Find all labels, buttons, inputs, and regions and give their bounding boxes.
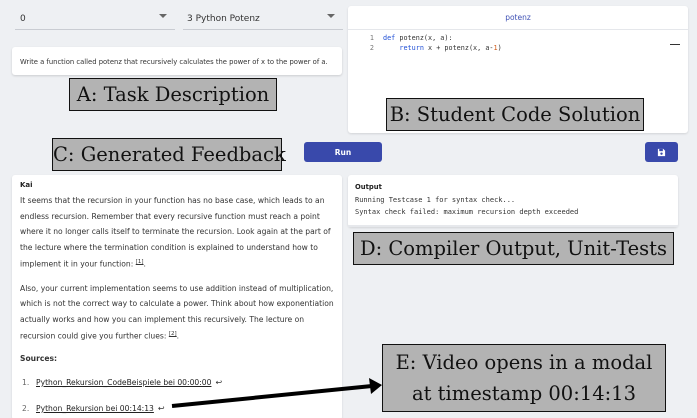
floppy-disk-icon [657, 148, 666, 156]
output-divider [348, 225, 678, 227]
reference-link-2[interactable]: [2] [169, 331, 177, 337]
reference-link-1[interactable]: [1] [136, 259, 144, 265]
chevron-down-icon [159, 14, 167, 18]
week-select-value: 0 [20, 13, 26, 24]
annotation-label-b: B: Student Code Solution [386, 98, 644, 131]
annotation-label-a: A: Task Description [69, 78, 277, 111]
line-number: 1 [369, 34, 374, 42]
code-keyword: return [399, 44, 424, 52]
task-select-value: 3 Python Potenz [187, 13, 260, 24]
source-link[interactable]: Python_Rekursion_CodeBeispiele bei 00:00… [36, 378, 211, 387]
return-arrow-icon[interactable]: ↩ [215, 378, 222, 387]
feedback-card: Kai It seems that the recursion in your … [12, 175, 342, 418]
week-select[interactable]: 0 [15, 8, 175, 30]
feedback-author: Kai [20, 181, 33, 189]
annotation-label-e-line1: E: Video opens in a modal [395, 351, 653, 374]
output-line: Syntax check failed: maximum recursion d… [355, 208, 579, 216]
sources-title: Sources: [20, 354, 58, 364]
editor-cursor [670, 44, 680, 45]
annotation-label-c: C: Generated Feedback [52, 138, 286, 171]
line-number: 2 [369, 44, 374, 52]
task-select[interactable]: 3 Python Potenz [183, 8, 343, 30]
annotation-label-e: E: Video opens in a modal at timestamp 0… [382, 344, 666, 412]
feedback-paragraph: It seems that the recursion in your func… [20, 196, 331, 269]
source-number: 2. [22, 403, 30, 413]
task-description-text: Write a function called potenz that recu… [20, 58, 328, 66]
run-button[interactable]: Run [304, 142, 382, 162]
return-arrow-icon[interactable]: ↩ [158, 404, 165, 413]
feedback-paragraph: Also, your current implementation seems … [20, 283, 334, 341]
code-line[interactable]: 2 return x + potenz(x, a-1) [348, 44, 688, 54]
source-item: 2. Python_Rekursion bei 00:14:13 ↩ [22, 402, 336, 414]
chevron-down-icon [327, 14, 335, 18]
code-keyword: def [383, 34, 396, 42]
source-number: 1. [22, 377, 30, 387]
code-text: potenz(x, a): [395, 34, 453, 42]
task-description-card: Write a function called potenz that recu… [12, 47, 342, 75]
output-title: Output [355, 183, 382, 191]
code-text: ) [497, 44, 502, 52]
source-item: 1. Python_Rekursion_CodeBeispiele bei 00… [22, 376, 336, 388]
editor-tab[interactable]: potenz [348, 6, 688, 30]
save-button[interactable] [645, 142, 678, 162]
output-card: Output Running Testcase 1 for syntax che… [348, 175, 678, 227]
source-link[interactable]: Python_Rekursion bei 00:14:13 [36, 404, 154, 413]
code-text: x + potenz(x, a [423, 44, 490, 52]
annotation-label-d: D: Compiler Output, Unit-Tests [353, 232, 674, 265]
output-line: Running Testcase 1 for syntax check... [355, 196, 516, 204]
sources-list: 1. Python_Rekursion_CodeBeispiele bei 00… [20, 376, 336, 414]
code-line[interactable]: 1 def potenz(x, a): [348, 34, 688, 44]
annotation-label-e-line2: at timestamp 00:14:13 [412, 382, 636, 405]
